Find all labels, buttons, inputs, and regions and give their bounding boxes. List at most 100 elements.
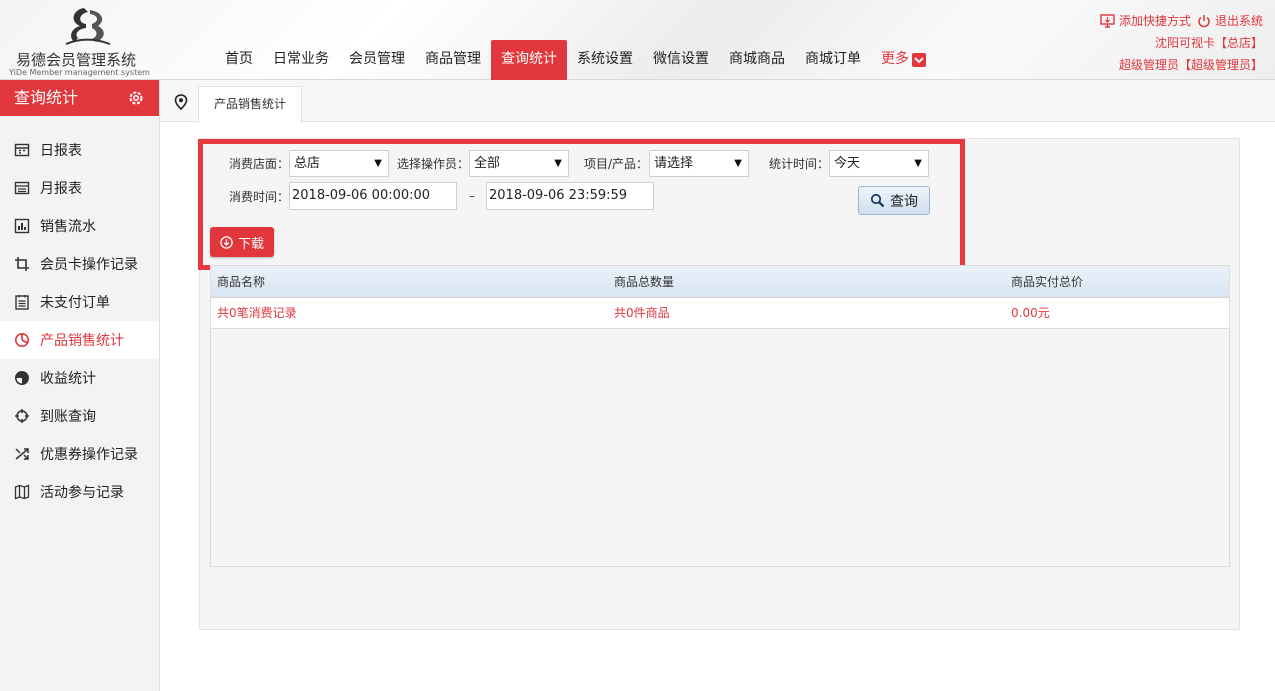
gear-icon[interactable] (127, 89, 145, 107)
nav-more-label: 更多 (881, 51, 909, 67)
time-end-input[interactable]: 2018-09-06 23:59:59 (486, 182, 654, 210)
crosshair-icon (15, 409, 29, 423)
product-select[interactable]: 请选择 ▼ (649, 150, 749, 177)
store-info: 沈阳可视卡【总店】 (1154, 36, 1263, 50)
sidebar-item-label: 到账查询 (40, 409, 96, 425)
table-header: 商品名称 商品总数量 商品实付总价 (211, 266, 1229, 298)
summary-record-count: 共0笔消费记录 (217, 306, 297, 320)
nav-system-settings[interactable]: 系统设置 (567, 40, 643, 79)
calendar-icon (14, 143, 30, 157)
results-table: 商品名称 商品总数量 商品实付总价 共0笔消费记录 共0件商品 0.00元 (210, 265, 1230, 567)
table-summary-row: 共0笔消费记录 共0件商品 0.00元 (211, 298, 1229, 329)
period-label: 统计时间： (769, 157, 830, 171)
logo-title: 易德会员管理系统 (16, 51, 137, 69)
user-panel: 添加快捷方式 退出系统 沈阳可视卡【总店】 超级管理员【超级管理员】 (1100, 10, 1263, 76)
nav-home[interactable]: 首页 (215, 40, 263, 79)
search-icon (870, 193, 885, 208)
sidebar-item-label: 收益统计 (40, 371, 96, 387)
logout-link[interactable]: 退出系统 (1197, 10, 1263, 32)
nav-query-statistics[interactable]: 查询统计 (491, 40, 567, 80)
column-header-product-name[interactable]: 商品名称 (217, 266, 265, 298)
sidebar-item-label: 会员卡操作记录 (40, 257, 138, 273)
power-icon (1198, 15, 1210, 28)
sidebar-item-activity-records[interactable]: 活动参与记录 (0, 473, 159, 511)
nav-member-management[interactable]: 会员管理 (339, 40, 415, 79)
product-label: 项目/产品： (584, 157, 649, 171)
nav-product-management[interactable]: 商品管理 (415, 40, 491, 79)
monitor-icon (1100, 14, 1115, 28)
query-button-label: 查询 (890, 193, 918, 210)
sidebar-item-label: 优惠券操作记录 (40, 447, 138, 463)
nav-daily-business[interactable]: 日常业务 (263, 40, 339, 79)
sidebar-menu: 日报表 月报表 销售流水 会员卡操作记录 未支付订单 产品销售统计 收益统计 到… (0, 131, 159, 511)
nav-more[interactable]: 更多 (871, 40, 936, 79)
tab-product-sales[interactable]: 产品销售统计 (198, 86, 303, 123)
tab-bar: 产品销售统计 (160, 80, 1275, 123)
sidebar: 查询统计 日报表 月报表 销售流水 会员卡操作记录 未支付订单 产品销售统计 收… (0, 80, 160, 691)
sidebar-item-label: 销售流水 (40, 219, 96, 235)
operator-select-value: 全部 (474, 156, 501, 171)
map-icon (14, 484, 30, 500)
calendar-month-icon (14, 181, 30, 195)
sidebar-item-monthly-report[interactable]: 月报表 (0, 169, 159, 207)
bar-chart-icon (14, 218, 30, 234)
sidebar-item-sales-flow[interactable]: 销售流水 (0, 207, 159, 245)
product-select-value: 请选择 (654, 156, 694, 171)
query-button[interactable]: 查询 (858, 186, 930, 215)
time-range-separator: – (469, 189, 475, 203)
sidebar-item-arrival-query[interactable]: 到账查询 (0, 397, 159, 435)
order-list-icon (15, 295, 29, 310)
user-info: 超级管理员【超级管理员】 (1118, 58, 1263, 72)
operator-label: 选择操作员： (397, 157, 470, 171)
chevron-down-icon (912, 52, 926, 67)
main-nav: 首页 日常业务 会员管理 商品管理 查询统计 系统设置 微信设置 商城商品 商城… (215, 40, 936, 80)
top-header: 易德会员管理系统 YiDe Member management system 首… (0, 0, 1275, 80)
period-select[interactable]: 今天 ▼ (829, 150, 929, 177)
crop-icon (15, 257, 29, 271)
store-select[interactable]: 总店 ▼ (289, 150, 389, 177)
logo-subtitle: YiDe Member management system (9, 68, 150, 77)
sidebar-item-revenue-stats[interactable]: 收益统计 (0, 359, 159, 397)
time-label: 消费时间： (229, 190, 290, 204)
time-start-input[interactable]: 2018-09-06 00:00:00 (289, 182, 457, 210)
sidebar-item-product-sales[interactable]: 产品销售统计 (0, 321, 159, 359)
logout-label: 退出系统 (1214, 14, 1263, 28)
nav-wechat-settings[interactable]: 微信设置 (643, 40, 719, 79)
location-pin-icon (174, 94, 188, 110)
sidebar-item-coupon-operations[interactable]: 优惠券操作记录 (0, 435, 159, 473)
download-icon (220, 235, 233, 249)
shuffle-icon (15, 448, 29, 460)
sidebar-item-unpaid-orders[interactable]: 未支付订单 (0, 283, 159, 321)
dropdown-arrow-icon: ▼ (734, 158, 742, 169)
sidebar-item-label: 月报表 (40, 181, 82, 197)
operator-select[interactable]: 全部 ▼ (469, 150, 569, 177)
column-header-total-quantity[interactable]: 商品总数量 (614, 266, 674, 298)
filter-form: 消费店面： 总店 ▼ 选择操作员： 全部 ▼ 项目/产品： 请选择 ▼ 统计时间… (198, 139, 965, 270)
add-shortcut-label: 添加快捷方式 (1118, 14, 1191, 28)
dropdown-arrow-icon: ▼ (554, 158, 562, 169)
sidebar-item-label: 日报表 (40, 143, 82, 159)
dropdown-arrow-icon: ▼ (374, 158, 382, 169)
logo: 易德会员管理系统 YiDe Member management system (6, 2, 156, 78)
half-circle-icon (15, 371, 29, 385)
column-header-total-paid[interactable]: 商品实付总价 (1011, 266, 1083, 298)
download-button[interactable]: 下载 (210, 227, 274, 257)
nav-mall-products[interactable]: 商城商品 (719, 40, 795, 79)
sidebar-item-label: 未支付订单 (40, 295, 110, 311)
period-select-value: 今天 (834, 156, 861, 171)
download-button-label: 下载 (237, 236, 264, 252)
sidebar-header: 查询统计 (0, 80, 159, 116)
logo-mark-icon (65, 8, 111, 45)
store-label: 消费店面： (229, 157, 290, 171)
nav-mall-orders[interactable]: 商城订单 (795, 40, 871, 79)
sidebar-item-label: 活动参与记录 (40, 485, 124, 501)
store-select-value: 总店 (294, 156, 321, 171)
add-shortcut-link[interactable]: 添加快捷方式 (1100, 10, 1191, 32)
sidebar-item-daily-report[interactable]: 日报表 (0, 131, 159, 169)
summary-total-paid: 0.00元 (1011, 306, 1050, 320)
pie-chart-icon (15, 333, 29, 347)
sidebar-item-label: 产品销售统计 (40, 333, 124, 349)
sidebar-title: 查询统计 (14, 88, 79, 107)
sidebar-item-card-operations[interactable]: 会员卡操作记录 (0, 245, 159, 283)
dropdown-arrow-icon: ▼ (914, 158, 922, 169)
